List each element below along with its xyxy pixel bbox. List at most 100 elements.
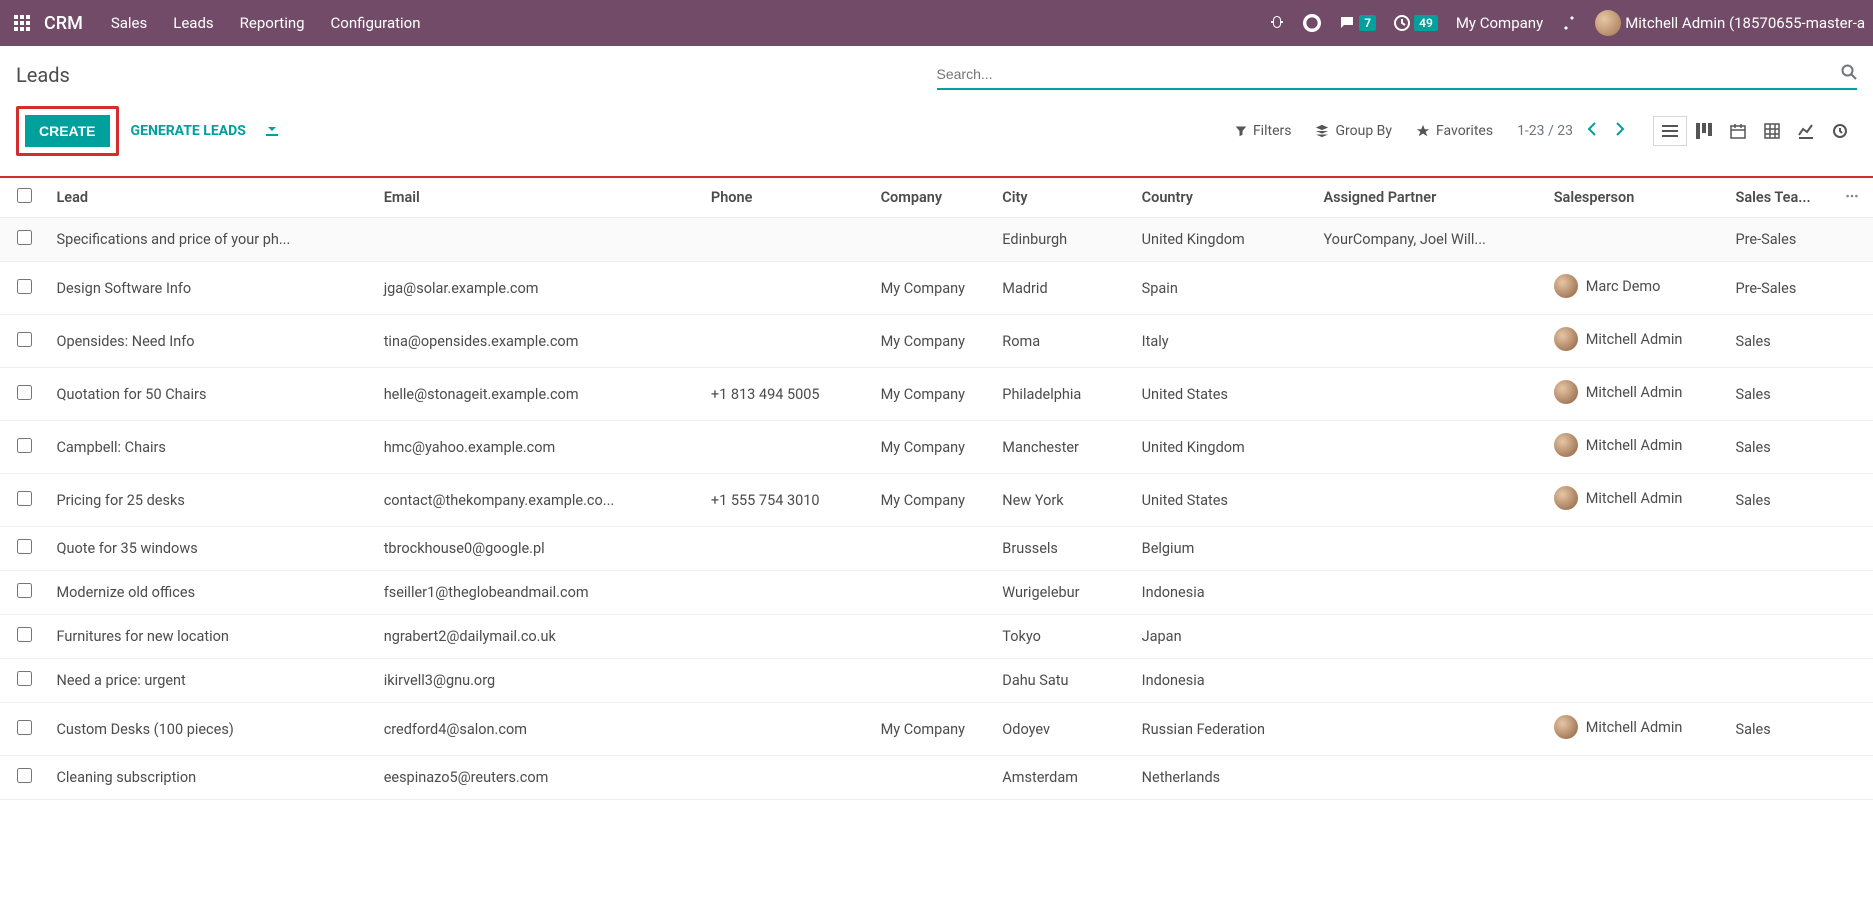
view-pivot[interactable]: [1755, 116, 1789, 146]
cell-phone: +1 813 494 5005: [703, 368, 873, 421]
cell-phone: [703, 421, 873, 474]
user-menu[interactable]: Mitchell Admin (18570655-master-a: [1595, 10, 1865, 36]
view-graph[interactable]: [1789, 116, 1823, 146]
row-checkbox[interactable]: [17, 768, 32, 783]
row-checkbox[interactable]: [17, 583, 32, 598]
table-row[interactable]: Quotation for 50 Chairshelle@stonageit.e…: [0, 368, 1873, 421]
layers-icon: [1315, 124, 1329, 138]
search-icon[interactable]: [1841, 64, 1857, 84]
table-row[interactable]: Design Software Infojga@solar.example.co…: [0, 262, 1873, 315]
cell-lead: Pricing for 25 desks: [48, 474, 375, 527]
discuss-badge: 7: [1359, 15, 1376, 31]
cell-country: Belgium: [1134, 527, 1316, 571]
cell-city: Roma: [994, 315, 1133, 368]
app-brand[interactable]: CRM: [44, 13, 83, 34]
col-phone[interactable]: Phone: [703, 178, 873, 218]
row-checkbox[interactable]: [17, 539, 32, 554]
cell-city: Odoyev: [994, 703, 1133, 756]
cell-email: contact@thekompany.example.co...: [376, 474, 703, 527]
row-checkbox[interactable]: [17, 230, 32, 245]
select-all-checkbox[interactable]: [17, 188, 32, 203]
activities-icon[interactable]: 49: [1394, 15, 1438, 31]
cell-country: United Kingdom: [1134, 218, 1316, 262]
import-icon[interactable]: [264, 121, 280, 141]
pager-next[interactable]: [1611, 120, 1629, 142]
cell-salesteam: [1727, 615, 1836, 659]
row-checkbox[interactable]: [17, 438, 32, 453]
menu-reporting[interactable]: Reporting: [240, 14, 305, 32]
search-input[interactable]: [937, 66, 1836, 82]
table-row[interactable]: Campbell: Chairshmc@yahoo.example.comMy …: [0, 421, 1873, 474]
create-button[interactable]: CREATE: [25, 115, 110, 147]
row-checkbox[interactable]: [17, 671, 32, 686]
table-row[interactable]: Specifications and price of your ph...Ed…: [0, 218, 1873, 262]
discuss-icon[interactable]: 7: [1339, 15, 1376, 31]
salesperson-name: Marc Demo: [1586, 278, 1661, 295]
menu-sales[interactable]: Sales: [111, 14, 147, 32]
avatar-icon: [1554, 715, 1578, 739]
table-row[interactable]: Furnitures for new locationngrabert2@dai…: [0, 615, 1873, 659]
cell-salesteam: Sales: [1727, 474, 1836, 527]
cell-partner: [1315, 615, 1545, 659]
col-company[interactable]: Company: [873, 178, 995, 218]
col-partner[interactable]: Assigned Partner: [1315, 178, 1545, 218]
row-checkbox[interactable]: [17, 332, 32, 347]
apps-icon[interactable]: [8, 9, 36, 37]
cell-country: United States: [1134, 474, 1316, 527]
row-checkbox[interactable]: [17, 720, 32, 735]
cell-city: Manchester: [994, 421, 1133, 474]
table-row[interactable]: Pricing for 25 deskscontact@thekompany.e…: [0, 474, 1873, 527]
pager-prev[interactable]: [1583, 120, 1601, 142]
groupby-button[interactable]: Group By: [1315, 123, 1392, 139]
cell-salesperson: Mitchell Admin: [1546, 474, 1728, 527]
col-salesperson[interactable]: Salesperson: [1546, 178, 1728, 218]
view-list[interactable]: [1653, 116, 1687, 146]
col-country[interactable]: Country: [1134, 178, 1316, 218]
cell-salesperson: Mitchell Admin: [1546, 368, 1728, 421]
table-row[interactable]: Custom Desks (100 pieces)credford4@salon…: [0, 703, 1873, 756]
tools-icon[interactable]: [1561, 15, 1577, 31]
generate-leads-button[interactable]: GENERATE LEADS: [131, 123, 246, 139]
cell-email: [376, 218, 703, 262]
activities-badge: 49: [1414, 15, 1438, 31]
cell-phone: [703, 615, 873, 659]
view-activity[interactable]: [1823, 116, 1857, 146]
cell-salesperson: [1546, 571, 1728, 615]
view-calendar[interactable]: [1721, 116, 1755, 146]
search-box[interactable]: [937, 60, 1858, 90]
row-checkbox[interactable]: [17, 279, 32, 294]
groupby-label: Group By: [1335, 123, 1392, 139]
row-checkbox[interactable]: [17, 627, 32, 642]
row-checkbox[interactable]: [17, 491, 32, 506]
cell-lead: Furnitures for new location: [48, 615, 375, 659]
cell-lead: Cleaning subscription: [48, 756, 375, 800]
col-email[interactable]: Email: [376, 178, 703, 218]
table-row[interactable]: Cleaning subscriptioneespinazo5@reuters.…: [0, 756, 1873, 800]
cell-country: United Kingdom: [1134, 421, 1316, 474]
favorites-button[interactable]: Favorites: [1416, 123, 1493, 139]
cell-salesperson: [1546, 756, 1728, 800]
filters-button[interactable]: Filters: [1235, 123, 1292, 139]
table-row[interactable]: Modernize old officesfseiller1@theglobea…: [0, 571, 1873, 615]
menu-configuration[interactable]: Configuration: [331, 14, 421, 32]
cell-phone: +1 555 754 3010: [703, 474, 873, 527]
table-row[interactable]: Opensides: Need Infotina@opensides.examp…: [0, 315, 1873, 368]
col-city[interactable]: City: [994, 178, 1133, 218]
optional-columns-icon[interactable]: [1845, 190, 1859, 207]
cell-email: helle@stonageit.example.com: [376, 368, 703, 421]
debug-icon[interactable]: [1269, 15, 1285, 31]
col-salesteam[interactable]: Sales Tea...: [1727, 178, 1836, 218]
col-lead[interactable]: Lead: [48, 178, 375, 218]
row-checkbox[interactable]: [17, 385, 32, 400]
cell-lead: Campbell: Chairs: [48, 421, 375, 474]
salesperson-name: Mitchell Admin: [1586, 331, 1683, 348]
view-kanban[interactable]: [1687, 116, 1721, 146]
pager-value[interactable]: 1-23 / 23: [1517, 123, 1573, 139]
company-switcher[interactable]: My Company: [1456, 14, 1543, 32]
support-icon[interactable]: [1303, 14, 1321, 32]
menu-leads[interactable]: Leads: [173, 14, 213, 32]
cell-lead: Custom Desks (100 pieces): [48, 703, 375, 756]
table-row[interactable]: Quote for 35 windowstbrockhouse0@google.…: [0, 527, 1873, 571]
cell-email: credford4@salon.com: [376, 703, 703, 756]
table-row[interactable]: Need a price: urgentikirvell3@gnu.orgDah…: [0, 659, 1873, 703]
